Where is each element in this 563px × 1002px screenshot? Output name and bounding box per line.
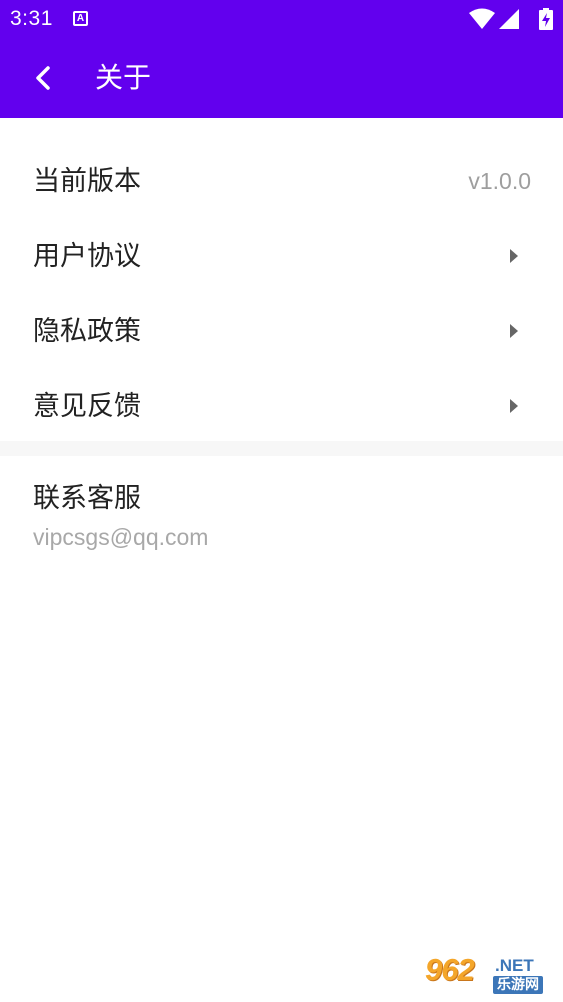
- privacy-policy-label: 隐私政策: [33, 316, 141, 347]
- status-bar: 3:31 A: [0, 0, 563, 38]
- version-label: 当前版本: [33, 166, 141, 197]
- contact-label: 联系客服: [33, 483, 141, 514]
- chevron-left-icon: [36, 66, 50, 90]
- version-row: 当前版本 v1.0.0: [0, 144, 563, 219]
- watermark-logo: 962 .NET 乐游网: [425, 952, 557, 996]
- app-bar: 关于: [0, 38, 563, 118]
- watermark-number: 962: [425, 952, 475, 987]
- contact-email[interactable]: vipcsgs@qq.com: [33, 520, 208, 554]
- page-title: 关于: [95, 61, 152, 94]
- privacy-policy-row[interactable]: 隐私政策: [0, 294, 563, 369]
- battery-charging-icon: [539, 8, 553, 30]
- user-agreement-row[interactable]: 用户协议: [0, 219, 563, 294]
- user-agreement-label: 用户协议: [33, 241, 141, 272]
- watermark-text: 乐游网: [493, 976, 543, 994]
- cell-signal-icon: [499, 9, 519, 29]
- triangle-right-icon: [510, 249, 518, 263]
- back-button[interactable]: [22, 54, 68, 102]
- notification-icon: A: [73, 11, 88, 26]
- status-time: 3:31: [10, 7, 53, 30]
- watermark-suffix: .NET: [495, 956, 534, 975]
- about-list: 当前版本 v1.0.0 用户协议 隐私政策 意见反馈: [0, 118, 563, 444]
- section-divider: [0, 441, 563, 456]
- version-value: v1.0.0: [468, 168, 531, 194]
- feedback-row[interactable]: 意见反馈: [0, 369, 563, 444]
- feedback-label: 意见反馈: [33, 391, 141, 422]
- contact-support[interactable]: 联系客服 vipcsgs@qq.com: [33, 480, 208, 554]
- triangle-right-icon: [510, 324, 518, 338]
- triangle-right-icon: [510, 399, 518, 413]
- wifi-icon: [469, 8, 495, 29]
